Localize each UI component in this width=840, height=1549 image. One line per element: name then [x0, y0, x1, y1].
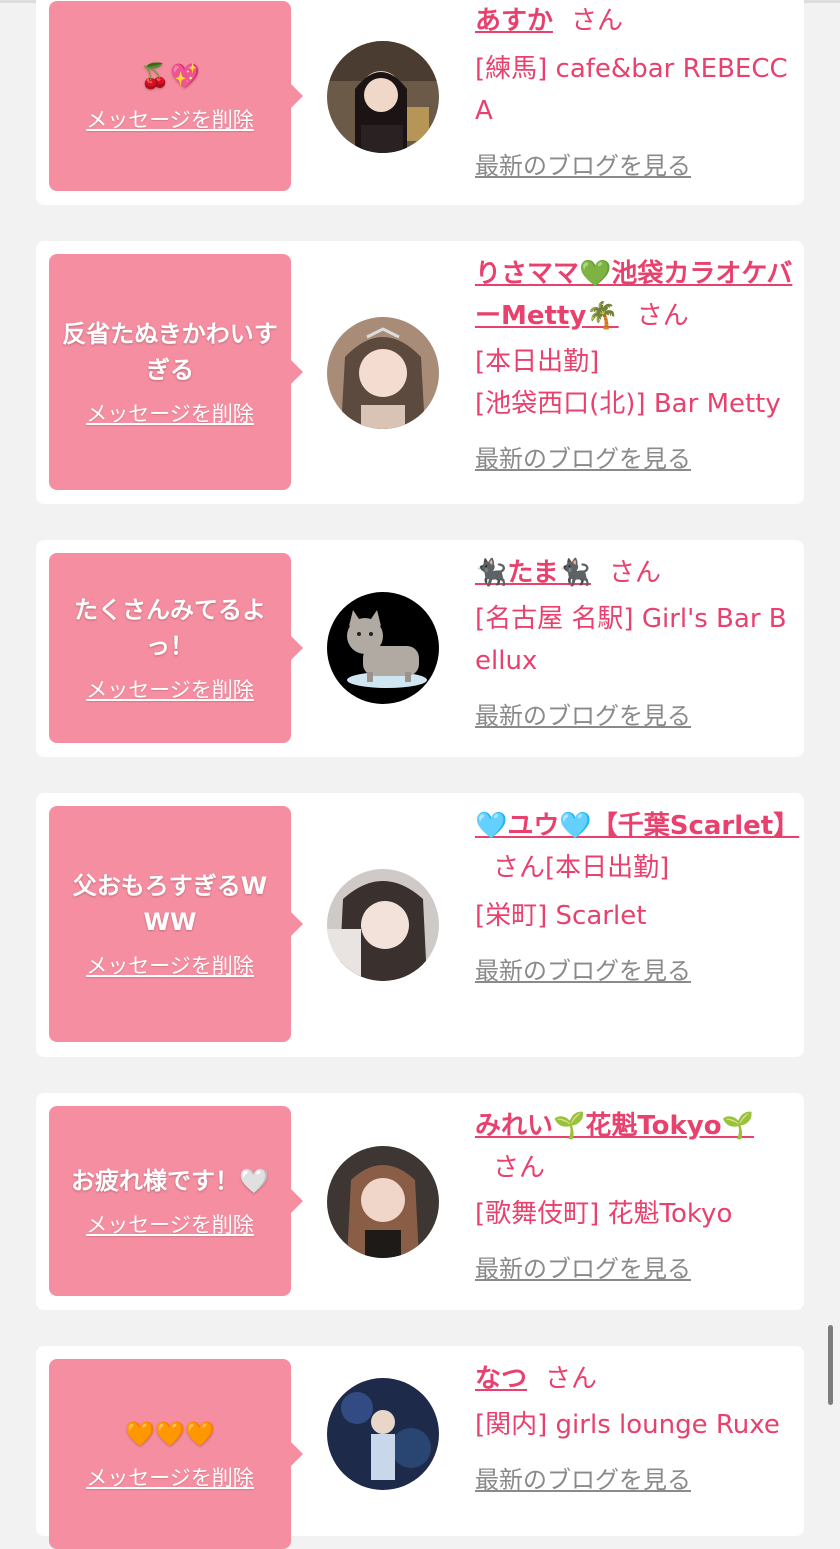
message-text: 父おもろすぎるWWW: [72, 872, 268, 936]
avatar[interactable]: [327, 869, 439, 981]
message-bubble: お疲れ様です！🤍 メッセージを削除: [49, 1106, 303, 1296]
avatar[interactable]: [327, 1378, 439, 1490]
message-text: 🧡🧡🧡: [125, 1420, 215, 1448]
latest-blog-link[interactable]: 最新のブログを見る: [475, 146, 691, 181]
latest-blog-link[interactable]: 最新のブログを見る: [475, 1249, 691, 1284]
shop-text: [本日出勤]: [475, 347, 600, 377]
girl-name-link[interactable]: あすか: [475, 6, 553, 36]
san-suffix: さん: [545, 1364, 598, 1394]
delete-message-link[interactable]: メッセージを削除: [86, 104, 254, 134]
scrollbar[interactable]: [828, 1325, 833, 1405]
san-suffix: さん: [493, 1153, 546, 1183]
shop-text: [練馬] cafe&bar REBECCA: [475, 54, 788, 126]
girl-info: なつ さん [関内] girls lounge Ruxe 最新のブログを見る: [475, 1358, 793, 1495]
shop-text: [関内] girls lounge Ruxe: [475, 1410, 780, 1440]
message-card: 🍒💖 メッセージを削除 あすか さん [練馬] cafe&bar REBECCA …: [36, 0, 804, 205]
message-bubble: 🧡🧡🧡 メッセージを削除: [49, 1359, 303, 1549]
girl-info: りさママ💚池袋カラオケバーMetty🌴 さん [本日出勤] [池袋西口(北)] B…: [475, 253, 793, 474]
san-suffix: さん: [608, 558, 661, 588]
delete-message-link[interactable]: メッセージを削除: [86, 1209, 254, 1239]
latest-blog-link[interactable]: 最新のブログを見る: [475, 439, 691, 474]
message-bubble: たくさんみてるよっ！ メッセージを削除: [49, 553, 303, 743]
delete-message-link[interactable]: メッセージを削除: [86, 674, 254, 704]
delete-message-link[interactable]: メッセージを削除: [86, 950, 254, 980]
message-text: 反省たぬきかわいすぎる: [62, 320, 278, 384]
latest-blog-link[interactable]: 最新のブログを見る: [475, 951, 691, 986]
san-suffix: さん: [571, 6, 624, 36]
shop-text: [池袋西口(北)] Bar Metty: [475, 389, 781, 419]
girl-name-link[interactable]: みれい🌱花魁Tokyo🌱: [475, 1111, 754, 1141]
girl-name-link[interactable]: なつ: [475, 1364, 527, 1394]
girl-info: あすか さん [練馬] cafe&bar REBECCA 最新のブログを見る: [475, 0, 793, 181]
avatar[interactable]: [327, 317, 439, 429]
san-suffix: さん: [493, 853, 546, 883]
message-card: お疲れ様です！🤍 メッセージを削除 みれい🌱花魁Tokyo🌱 さん [歌舞伎町] …: [36, 1093, 804, 1310]
avatar[interactable]: [327, 41, 439, 153]
message-text: 🍒💖: [140, 62, 200, 90]
delete-message-link[interactable]: メッセージを削除: [86, 398, 254, 428]
avatar[interactable]: [327, 592, 439, 704]
message-bubble: 父おもろすぎるWWW メッセージを削除: [49, 806, 303, 1042]
san-suffix: さん: [636, 301, 689, 331]
latest-blog-link[interactable]: 最新のブログを見る: [475, 696, 691, 731]
girl-name-link[interactable]: りさママ💚池袋カラオケバーMetty🌴: [475, 259, 792, 331]
girl-info: 🩵ユウ🩵【千葉Scarlet】さん[本日出勤] [栄町] Scarlet 最新の…: [475, 805, 799, 986]
delete-message-link[interactable]: メッセージを削除: [86, 1462, 254, 1492]
message-card: 反省たぬきかわいすぎる メッセージを削除 りさママ💚池袋カラオケバーMetty🌴…: [36, 241, 804, 504]
girl-name-link[interactable]: 🐈‍⬛たま🐈‍⬛: [475, 558, 591, 588]
message-card: 父おもろすぎるWWW メッセージを削除 🩵ユウ🩵【千葉Scarlet】さん[本日…: [36, 793, 804, 1057]
girl-info: みれい🌱花魁Tokyo🌱 さん [歌舞伎町] 花魁Tokyo 最新のブログを見る: [475, 1105, 793, 1284]
shop-text: [名古屋 名駅] Girl's Bar Bellux: [475, 604, 787, 676]
girl-info: 🐈‍⬛たま🐈‍⬛ さん [名古屋 名駅] Girl's Bar Bellux 最新…: [475, 552, 793, 731]
shop-text: [本日出勤]: [545, 853, 670, 883]
avatar[interactable]: [327, 1146, 439, 1258]
shop-text: [歌舞伎町] 花魁Tokyo: [475, 1199, 733, 1229]
message-bubble: 🍒💖 メッセージを削除: [49, 1, 303, 191]
shop-text: [栄町] Scarlet: [475, 901, 647, 931]
message-card: たくさんみてるよっ！ メッセージを削除 🐈‍⬛たま🐈‍⬛ さん [名古屋 名駅] …: [36, 540, 804, 757]
latest-blog-link[interactable]: 最新のブログを見る: [475, 1460, 691, 1495]
message-text: お疲れ様です！🤍: [71, 1167, 269, 1195]
message-bubble: 反省たぬきかわいすぎる メッセージを削除: [49, 254, 303, 490]
message-card: 🧡🧡🧡 メッセージを削除 なつ さん [関内] girls lounge Ruxe…: [36, 1346, 804, 1549]
girl-name-link[interactable]: 🩵ユウ🩵【千葉Scarlet】: [475, 811, 799, 841]
message-text: たくさんみてるよっ！: [74, 596, 266, 660]
